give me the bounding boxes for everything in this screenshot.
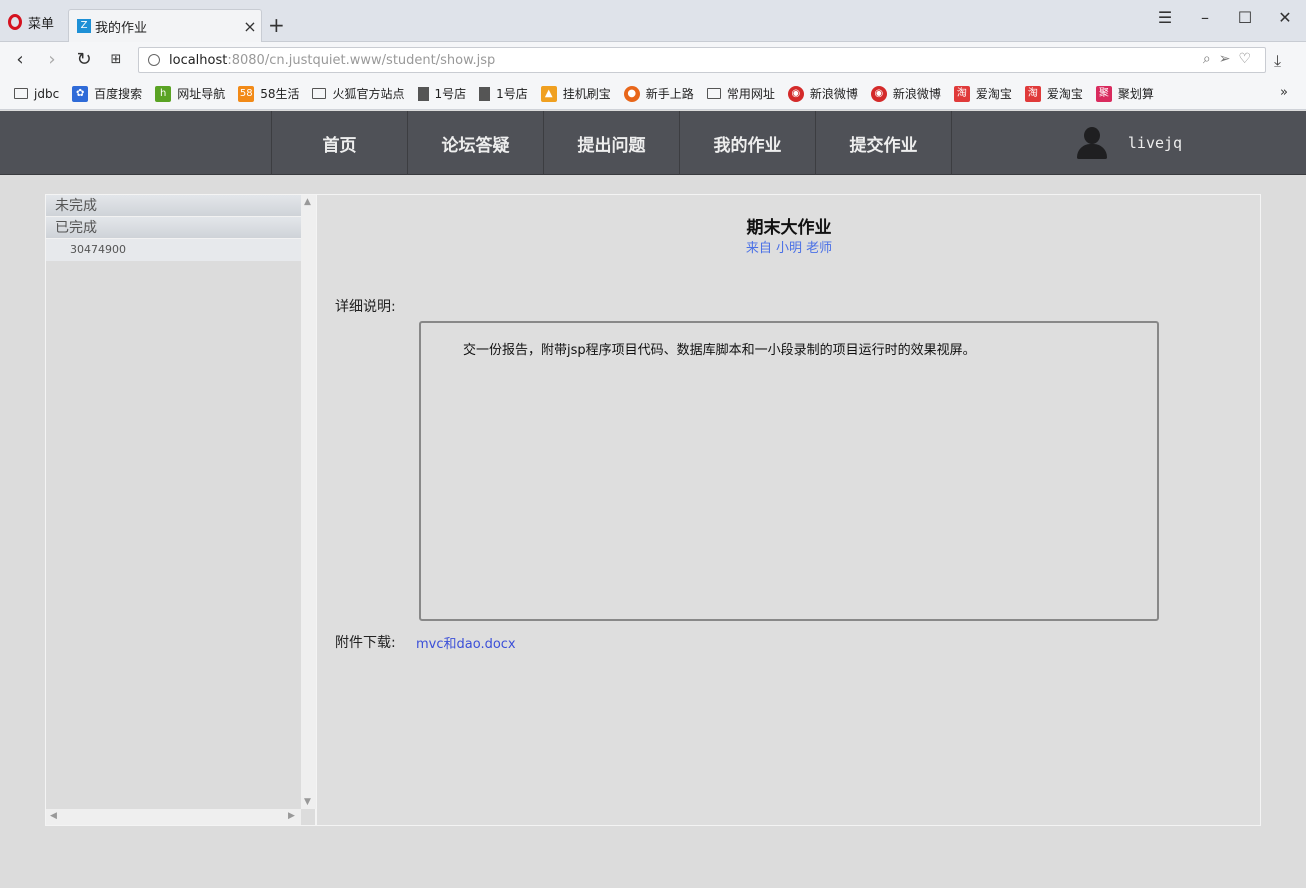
- homework-teacher: 来自 小明 老师: [745, 241, 833, 256]
- homework-title: 期末大作业: [746, 218, 832, 238]
- horizontal-scrollbar[interactable]: ◀ ▶: [46, 809, 301, 825]
- weibo-icon: ◉: [787, 85, 804, 102]
- homework-detail: 期末大作业 来自 小明 老师 详细说明: 交一份报告，附带jsp程序项目代码、数…: [316, 195, 1260, 825]
- scroll-up-icon[interactable]: ▲: [304, 197, 311, 207]
- nav-submit-homework[interactable]: 提交作业: [815, 111, 951, 175]
- firefox-icon: ●: [623, 85, 640, 102]
- bookmark-item[interactable]: ✿ 百度搜索: [72, 85, 142, 102]
- tab-favicon-icon: Z: [77, 19, 91, 33]
- tab-close-icon[interactable]: ×: [239, 17, 261, 36]
- reload-icon[interactable]: ↻: [72, 50, 96, 70]
- scroll-down-icon[interactable]: ▼: [304, 797, 311, 807]
- bookmark-item[interactable]: ◉ 新浪微博: [787, 85, 858, 102]
- bookmark-item[interactable]: ◉ 新浪微博: [870, 85, 941, 102]
- detail-label: 详细说明:: [335, 299, 396, 315]
- opera-logo-icon: [8, 14, 22, 30]
- download-icon[interactable]: ⤓: [1274, 51, 1281, 71]
- baidu-icon: ✿: [72, 85, 89, 102]
- detail-text: 交一份报告，附带jsp程序项目代码、数据库脚本和一小段录制的项目运行时的效果视屏…: [419, 321, 1159, 621]
- browser-menu-label: 菜单: [28, 16, 55, 32]
- bookmark-item[interactable]: 1号店: [417, 85, 466, 102]
- content-panel: 未完成 已完成 30474900 ▲ ▼ ◀ ▶ 期末大作业 来自 小明 老师 …: [45, 194, 1261, 826]
- url-path: :8080/cn.justquiet.www/student/show.jsp: [227, 52, 496, 68]
- browser-tabstrip: 菜单 Z 我的作业 × + ☰ – ☐ ✕: [0, 0, 1306, 42]
- bookmark-item[interactable]: 淘爱淘宝: [1024, 85, 1083, 102]
- nav-home[interactable]: 首页: [271, 111, 407, 175]
- pma-icon: ▲: [540, 85, 557, 102]
- folder-icon: [14, 88, 28, 99]
- bookmark-item[interactable]: 58 58生活: [238, 85, 299, 102]
- bookmark-item[interactable]: ● 新手上路: [623, 85, 694, 102]
- folder-icon: [312, 88, 327, 99]
- homework-tree: 未完成 已完成 30474900 ▲ ▼ ◀ ▶: [46, 195, 316, 825]
- tree-item[interactable]: 30474900: [46, 239, 301, 261]
- bookmark-item[interactable]: 火狐官方站点: [312, 85, 405, 102]
- scroll-right-icon[interactable]: ▶: [288, 811, 295, 821]
- browser-tab[interactable]: Z 我的作业 ×: [68, 9, 262, 42]
- maximize-icon[interactable]: ☐: [1230, 8, 1260, 27]
- heart-icon[interactable]: ♡: [1238, 51, 1251, 67]
- hao123-icon: h: [155, 85, 172, 102]
- nav-user[interactable]: livejq: [951, 111, 1306, 175]
- send-icon[interactable]: ➢: [1219, 51, 1231, 67]
- weibo-icon: ◉: [870, 85, 887, 102]
- close-window-icon[interactable]: ✕: [1270, 8, 1300, 27]
- attachment-link[interactable]: mvc和dao.docx: [416, 633, 516, 652]
- site-nav: 首页 论坛答疑 提出问题 我的作业 提交作业 livejq: [0, 111, 1306, 175]
- folder-icon: [706, 88, 721, 99]
- browser-menu-button[interactable]: 菜单: [8, 11, 54, 33]
- user-avatar-icon: [1076, 127, 1108, 159]
- scroll-left-icon[interactable]: ◀: [50, 811, 57, 821]
- bookmark-item[interactable]: 常用网址: [706, 85, 775, 102]
- bookmark-item[interactable]: jdbc: [14, 87, 59, 101]
- tree-group-complete[interactable]: 已完成: [46, 217, 301, 239]
- vertical-scrollbar[interactable]: ▲ ▼: [301, 195, 316, 809]
- speed-dial-icon[interactable]: ⊞: [104, 50, 128, 70]
- nav-my-homework[interactable]: 我的作业: [679, 111, 815, 175]
- file-icon: [417, 86, 429, 101]
- tab-title: 我的作业: [95, 20, 148, 36]
- bookmark-item[interactable]: 1号店: [479, 85, 528, 102]
- attachment-label: 附件下载:: [335, 635, 396, 651]
- taobao-icon: 淘: [1024, 85, 1041, 102]
- address-bar[interactable]: localhost :8080/cn.justquiet.www/student…: [138, 47, 1266, 73]
- bookmark-item[interactable]: h 网址导航: [155, 85, 225, 102]
- url-host: localhost: [169, 52, 228, 68]
- bookmarks-overflow-icon[interactable]: »: [1280, 85, 1288, 100]
- search-icon[interactable]: ⌕: [1203, 51, 1211, 67]
- 58-icon: 58: [238, 85, 255, 102]
- minimize-icon[interactable]: –: [1190, 8, 1220, 27]
- address-toolbar: ‹ › ↻ ⊞ localhost :8080/cn.justquiet.www…: [0, 42, 1306, 78]
- bookmark-item[interactable]: ▲ 挂机刷宝: [540, 85, 611, 102]
- username: livejq: [1127, 134, 1183, 152]
- taobao-icon: 淘: [953, 85, 970, 102]
- new-tab-icon[interactable]: +: [268, 13, 285, 37]
- juhuasuan-icon: 聚: [1095, 85, 1112, 102]
- back-icon[interactable]: ‹: [8, 50, 32, 70]
- nav-ask-question[interactable]: 提出问题: [543, 111, 679, 175]
- file-icon: [479, 86, 491, 101]
- tree-group-incomplete[interactable]: 未完成: [46, 195, 301, 217]
- tab-menu-icon[interactable]: ☰: [1150, 8, 1180, 27]
- bookmarks-bar: jdbc ✿ 百度搜索 h 网址导航 58 58生活 火狐官方站点 1号店 1号店 ▲…: [0, 78, 1306, 110]
- globe-icon: [148, 54, 160, 66]
- bookmark-item[interactable]: 淘爱淘宝: [953, 85, 1012, 102]
- forward-icon[interactable]: ›: [40, 50, 64, 70]
- nav-forum[interactable]: 论坛答疑: [407, 111, 543, 175]
- bookmark-item[interactable]: 聚聚划算: [1095, 85, 1154, 102]
